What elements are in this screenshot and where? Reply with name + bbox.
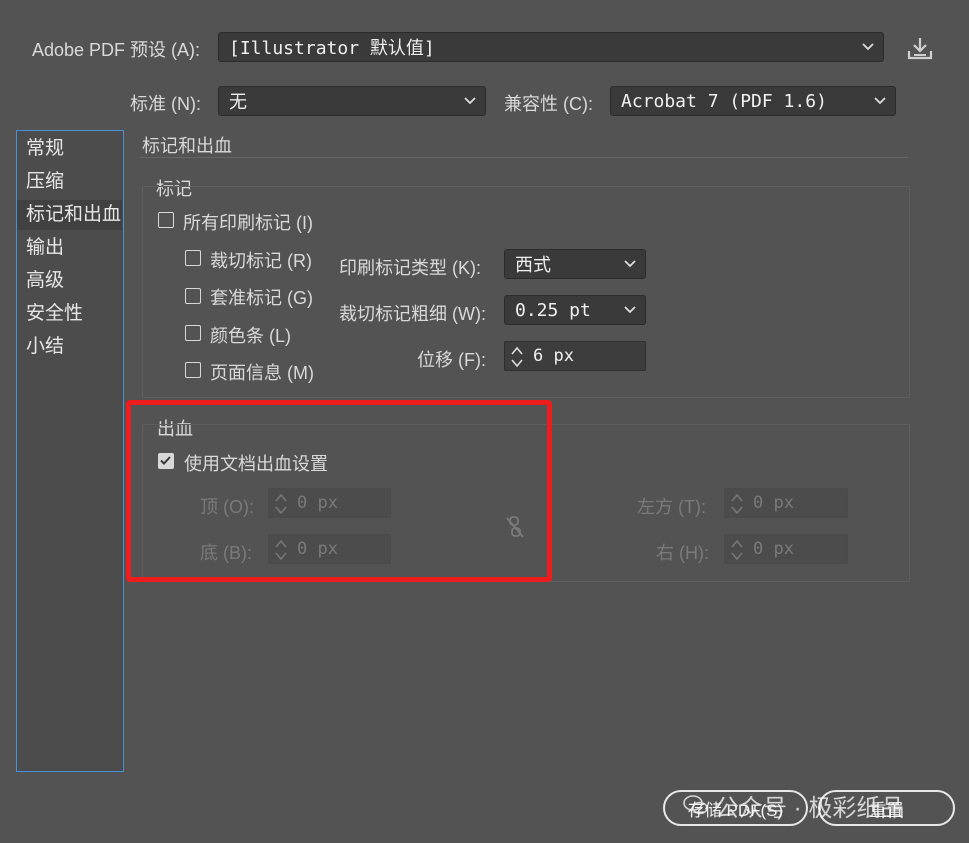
title-divider [140,157,908,158]
save-preset-icon[interactable] [906,36,934,62]
bleed-left-value: 0 px [753,493,794,513]
page-info-checkbox[interactable] [185,362,201,378]
sidebar-item-marks-and-bleeds[interactable]: 标记和出血 [17,200,122,230]
chevron-down-icon [464,97,476,105]
save-pdf-label: 存储 PDF(S) [687,800,784,820]
chevron-down-icon [624,260,636,268]
standard-value: 无 [229,92,247,112]
bleed-right-field[interactable]: 0 px [724,534,848,564]
offset-value: 6 px [533,346,574,366]
trim-marks-checkbox[interactable] [185,250,201,266]
offset-label: 位移 (F): [417,350,486,370]
chevron-down-icon [862,43,874,51]
preset-value: [Illustrator 默认值] [229,38,435,59]
all-marks-checkbox[interactable] [158,212,174,228]
compat-value: Acrobat 7 (PDF 1.6) [621,90,827,112]
mark-type-dropdown[interactable]: 西式 [504,249,646,279]
reset-button[interactable]: 重置 [818,790,955,826]
registration-marks-label: 套准标记 (G) [210,288,313,308]
standard-label: 标准 (N): [130,94,201,114]
color-bars-checkbox[interactable] [185,325,201,341]
chevron-down-icon [624,306,636,314]
trim-marks-label: 裁切标记 (R) [210,251,312,271]
sidebar-item-security[interactable]: 安全性 [17,299,122,329]
sidebar-item-advanced[interactable]: 高级 [17,266,122,296]
sidebar-item-summary[interactable]: 小结 [17,332,122,362]
trim-weight-dropdown[interactable]: 0.25 pt [504,295,646,325]
all-marks-label: 所有印刷标记 (I) [183,213,313,233]
registration-marks-checkbox[interactable] [185,288,201,304]
spinner-arrows-icon[interactable] [509,344,525,370]
save-pdf-button[interactable]: 存储 PDF(S) [663,790,808,826]
bleed-right-label: 右 (H): [656,543,709,563]
chevron-down-icon [874,97,886,105]
color-bars-label: 颜色条 (L) [210,326,291,346]
standard-dropdown[interactable]: 无 [218,86,486,116]
mark-type-value: 西式 [515,255,551,275]
sidebar-item-compression[interactable]: 压缩 [17,167,122,197]
panel-title: 标记和出血 [142,136,232,156]
trim-weight-value: 0.25 pt [515,299,591,321]
bleed-left-label: 左方 (T): [637,497,706,517]
spinner-arrows-icon [731,539,743,561]
bleed-right-value: 0 px [753,539,794,559]
compat-dropdown[interactable]: Acrobat 7 (PDF 1.6) [610,86,896,116]
sidebar-item-general[interactable]: 常规 [17,134,122,164]
compat-label: 兼容性 (C): [504,94,593,114]
sidebar: 常规 压缩 标记和出血 输出 高级 安全性 小结 [16,130,124,772]
page-info-label: 页面信息 (M) [210,363,314,383]
highlight-box [126,400,552,582]
bleed-left-field[interactable]: 0 px [724,488,848,518]
mark-type-label: 印刷标记类型 (K): [339,258,481,278]
sidebar-item-output[interactable]: 输出 [17,233,122,263]
trim-weight-label: 裁切标记粗细 (W): [339,304,486,324]
spinner-arrows-icon [731,493,743,515]
reset-label: 重置 [869,800,904,820]
preset-dropdown[interactable]: [Illustrator 默认值] [218,32,884,62]
preset-label: Adobe PDF 预设 (A): [32,40,201,60]
offset-field[interactable]: 6 px [504,341,646,371]
